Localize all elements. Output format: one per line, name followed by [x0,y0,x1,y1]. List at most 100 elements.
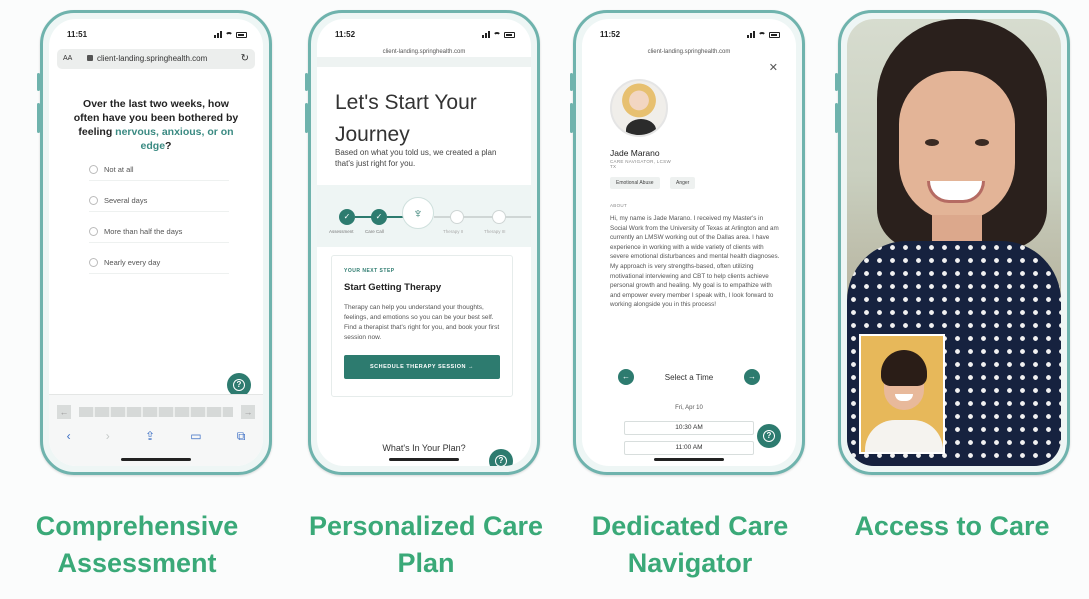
step-complete-check-icon: ✓ [339,209,355,225]
phone-care-plan: 11:52 client-landing.springhealth.com Le… [305,10,540,475]
signal-icon [482,31,490,38]
home-indicator [389,458,459,461]
phone-care-navigator: 11:52 client-landing.springhealth.com ✕ … [570,10,805,475]
answer-option-2[interactable]: Several days [89,190,229,212]
arrow-right-icon: → [467,364,474,370]
next-step-label: YOUR NEXT STEP [344,268,395,274]
member-eye [925,139,939,146]
question-icon: ? [495,455,507,466]
reload-icon[interactable]: ↻ [241,53,249,64]
phone-side-button [305,73,308,91]
wifi-icon [493,31,501,38]
time-selector: ← Select a Time → [582,367,796,387]
option-label: Several days [104,196,148,205]
back-icon[interactable]: ‹ [67,429,71,444]
bookmarks-icon[interactable]: ▭ [190,429,201,444]
cta-label: SCHEDULE THERAPY SESSION [370,364,466,370]
phone-screen: 11:52 client-landing.springhealth.com Le… [317,19,531,466]
role-text: CARE NAVIGATOR, LCSW [610,159,672,164]
therapist-step-icon: ♆ [402,197,434,229]
assessment-question: Over the last two weeks, how often have … [71,97,241,153]
wifi-icon [225,31,233,38]
time-slot[interactable]: 10:30 AM [624,421,754,435]
question-highlight: nervous, anxious, or on edge [115,126,234,152]
radio-icon [89,227,98,236]
card-body: Therapy can help you understand your tho… [344,304,500,341]
progress-line-pending [434,216,531,218]
phone-screen: 11:51 AA client-landing.springhealth.com… [49,19,263,466]
status-icons [482,31,515,38]
safari-tool-row: ‹ › ⇪ ▭ ⧉ [49,429,263,444]
step-pending [492,210,506,224]
step-label: Assessment [329,229,354,234]
radio-icon [89,258,98,267]
status-icons [747,31,780,38]
page-title: Let's Start Your Journey [335,91,477,146]
navigator-avatar [610,79,668,137]
select-time-label: Select a Time [664,373,714,382]
provider-shirt [865,420,943,452]
question-icon: ? [763,430,775,442]
share-icon[interactable]: ⇪ [145,429,155,444]
url-text: client-landing.springhealth.com [647,49,731,55]
phone-side-button [305,103,308,133]
tabs-icon[interactable]: ⧉ [237,429,246,444]
phone-side-button [835,103,838,133]
step-pending [450,210,464,224]
phone-side-button [835,73,838,91]
phone-side-button [570,73,573,91]
forward-icon[interactable]: › [106,429,110,444]
schedule-therapy-button[interactable]: SCHEDULE THERAPY SESSION → [344,355,500,379]
provider-hair [881,350,927,386]
next-day-arrow-icon[interactable]: → [744,369,760,385]
help-button[interactable]: ? [757,424,781,448]
answer-option-3[interactable]: More than half the days [89,221,229,243]
answer-option-4[interactable]: Nearly every day [89,252,229,274]
option-label: Nearly every day [104,258,161,267]
question-icon: ? [233,379,245,391]
phone-side-button [570,103,573,133]
specialty-tag: Emotional Abuse [610,177,660,189]
phone-side-button [37,73,40,91]
step-label: Therapy II [443,229,464,234]
prev-arrow-icon[interactable]: ← [57,405,71,419]
status-time: 11:52 [335,30,356,39]
caption-care-plan: Personalized Care Plan [308,511,544,578]
help-button[interactable]: ? [489,449,513,466]
state-text: TX [610,164,617,169]
caption-care-navigator: Dedicated Care Navigator [591,511,789,578]
radio-icon [89,196,98,205]
home-indicator [121,458,191,461]
status-bar: 11:52 [582,27,796,43]
answer-option-1[interactable]: Not at all [89,159,229,181]
address-bar[interactable]: AA client-landing.springhealth.com ↻ [57,49,255,69]
video-feed-provider[interactable] [859,334,945,454]
marketing-stage: 11:51 AA client-landing.springhealth.com… [0,0,1089,599]
lock-icon [87,55,93,61]
caption-assessment: Comprehensive Assessment [35,511,239,578]
option-label: More than half the days [104,227,183,236]
battery-icon [236,31,247,38]
progress-track [79,407,233,417]
card-title: Start Getting Therapy [344,282,442,293]
close-icon[interactable]: ✕ [769,61,778,74]
next-arrow-icon[interactable]: → [241,405,255,419]
battery-icon [769,31,780,38]
step-label: Therapy III [484,229,506,234]
question-end: ? [165,140,172,152]
status-bar: 11:52 [317,27,531,43]
wifi-icon [758,31,766,38]
step-label: Care Call [365,229,384,234]
signal-icon [214,31,222,38]
step-complete-check-icon: ✓ [371,209,387,225]
page-subtitle: Based on what you told us, we created a … [335,148,497,168]
text-size-button[interactable]: AA [63,55,72,62]
next-step-card: YOUR NEXT STEP Start Getting Therapy The… [331,255,513,397]
caption-access-to-care: Access to Care [854,511,1050,541]
form-nav-row: ← → [57,405,255,419]
navigator-role: CARE NAVIGATOR, LCSW TX [610,159,671,169]
signal-icon [747,31,755,38]
status-time: 11:52 [600,30,621,39]
time-slot[interactable]: 11:00 AM [624,441,754,455]
browser-toolbar: ← → ‹ › ⇪ ▭ ⧉ [49,394,263,466]
